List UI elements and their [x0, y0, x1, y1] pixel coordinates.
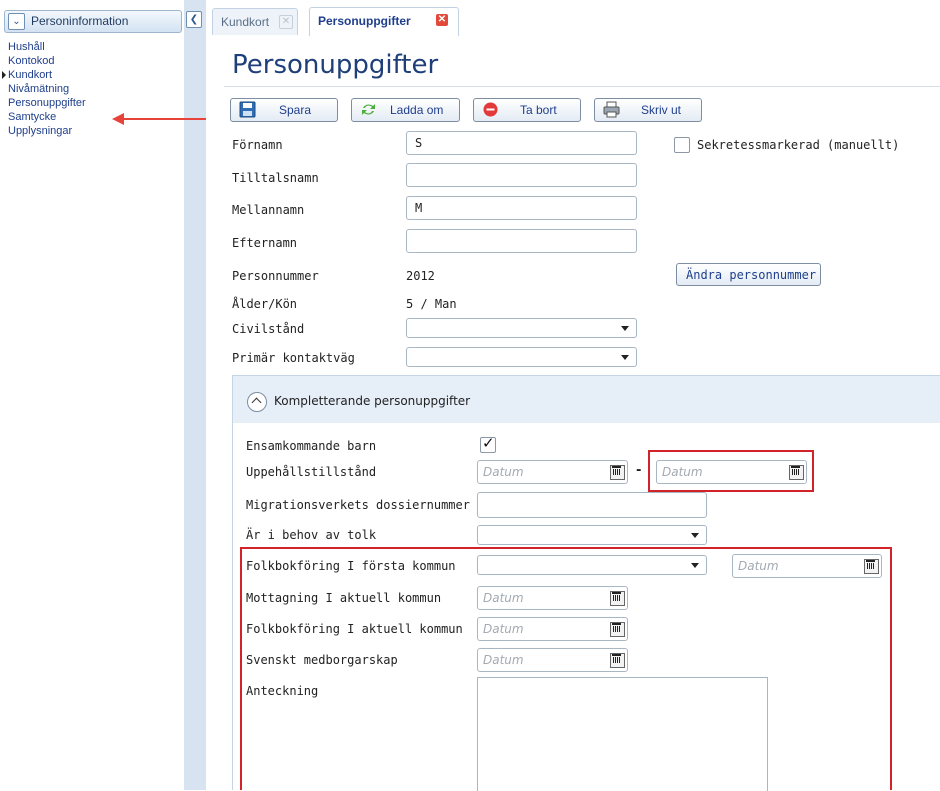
floppy-disk-icon [239, 101, 256, 118]
efternamn-input[interactable] [406, 229, 637, 253]
sekretess-checkbox[interactable] [674, 137, 690, 153]
ensamkommande-label: Ensamkommande barn [246, 439, 377, 453]
tolk-label: Är i behov av tolk [246, 528, 377, 542]
civilstand-label: Civilstånd [232, 322, 305, 336]
printer-icon [603, 101, 620, 118]
tab-personuppgifter-label: Personuppgifter [318, 14, 411, 28]
annotation-box-uppehall-end [648, 450, 814, 492]
fornamn-input[interactable]: S [406, 131, 637, 155]
close-icon[interactable]: ✕ [436, 14, 448, 26]
kontaktvag-select[interactable] [406, 347, 637, 367]
tolk-select[interactable] [477, 525, 707, 545]
supplement-section-title[interactable]: Kompletterande personuppgifter [274, 394, 470, 408]
alder-kon-label: Ålder/Kön [232, 297, 298, 311]
close-icon[interactable]: ✕ [279, 15, 293, 29]
tilltalsnamn-input[interactable] [406, 163, 637, 187]
mellannamn-label: Mellannamn [232, 203, 305, 217]
nav-header-title: Personinformation [31, 14, 129, 28]
nav-header[interactable]: ⌄ Personinformation [4, 10, 182, 33]
annotation-box-kommun-fields [240, 547, 892, 790]
refresh-icon [362, 104, 375, 115]
nav-item-kontokod[interactable]: Kontokod [8, 54, 54, 68]
nav-item-kundkort[interactable]: Kundkort [2, 68, 53, 82]
tilltalsnamn-label: Tilltalsnamn [232, 171, 319, 185]
chevron-down-icon [621, 355, 629, 360]
uppehall-from-date[interactable]: Datum [477, 460, 628, 484]
delete-button[interactable]: Ta bort [473, 98, 581, 122]
nav-item-kundkort-label: Kundkort [8, 69, 53, 81]
civilstand-select[interactable] [406, 318, 637, 338]
reload-button[interactable]: Ladda om [351, 98, 460, 122]
delete-button-label: Ta bort [520, 103, 557, 117]
annotation-arrow-head [112, 113, 124, 125]
nav-item-personuppgifter[interactable]: Personuppgifter [8, 96, 86, 110]
tab-kundkort-label: Kundkort [221, 15, 270, 29]
change-personnummer-button[interactable]: Ändra personnummer [676, 263, 821, 286]
alder-kon-value: 5 / Man [406, 297, 457, 311]
nav-item-nivamatning[interactable]: Nivåmätning [8, 82, 69, 96]
current-item-arrow-icon [2, 71, 6, 79]
tab-personuppgifter[interactable]: Personuppgifter ✕ [309, 7, 459, 36]
nav-item-samtycke[interactable]: Samtycke [8, 110, 56, 124]
page-title: Personuppgifter [232, 50, 439, 80]
date-range-separator: - [636, 463, 642, 478]
change-personnummer-label: Ändra personnummer [686, 268, 817, 282]
date-placeholder: Datum [483, 465, 524, 479]
calendar-icon[interactable] [610, 465, 625, 480]
print-button[interactable]: Skriv ut [594, 98, 702, 122]
uppehall-label: Uppehållstillstånd [246, 465, 377, 479]
remove-icon [483, 102, 498, 117]
mellannamn-input[interactable]: M [406, 196, 637, 220]
save-button[interactable]: Spara [230, 98, 338, 122]
chevron-down-icon[interactable]: ⌄ [8, 13, 25, 30]
personnummer-value: 2012 [406, 269, 435, 283]
sekretess-label: Sekretessmarkerad (manuellt) [697, 138, 900, 152]
collapse-nav-button[interactable]: ❮ [186, 11, 202, 28]
save-button-label: Spara [279, 103, 312, 117]
dossier-input[interactable] [477, 492, 707, 518]
kontaktvag-label: Primär kontaktväg [232, 351, 355, 365]
tab-kundkort[interactable]: Kundkort ✕ [212, 8, 298, 35]
nav-item-upplysningar[interactable]: Upplysningar [8, 124, 72, 138]
fornamn-label: Förnamn [232, 138, 283, 152]
nav-item-hushall[interactable]: Hushåll [8, 40, 45, 54]
annotation-arrow-line [118, 118, 214, 120]
print-button-label: Skriv ut [641, 103, 682, 117]
title-divider [224, 86, 940, 87]
ensamkommande-checkbox[interactable] [480, 434, 496, 453]
reload-button-label: Ladda om [390, 103, 444, 117]
collapse-section-icon[interactable] [247, 392, 267, 412]
dossier-label: Migrationsverkets dossiernummer [246, 498, 470, 512]
chevron-down-icon [691, 533, 699, 538]
personnummer-label: Personnummer [232, 269, 319, 283]
chevron-down-icon [621, 326, 629, 331]
efternamn-label: Efternamn [232, 236, 298, 250]
